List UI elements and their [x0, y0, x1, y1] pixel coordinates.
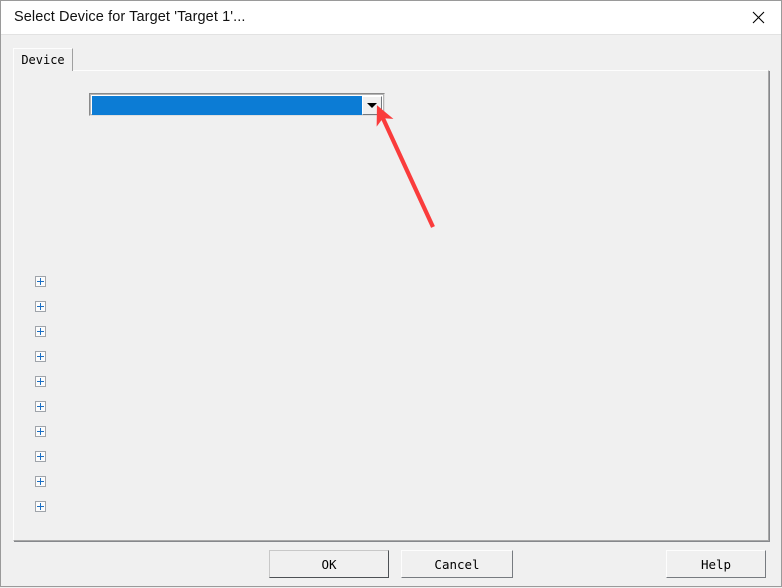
help-button-label: Help [700, 556, 732, 572]
select-device-dialog: Select Device for Target 'Target 1'... D… [0, 0, 782, 587]
title-separator [1, 34, 781, 35]
title-bar: Select Device for Target 'Target 1'... [1, 1, 781, 34]
tab-device[interactable]: Device [13, 48, 73, 71]
device-combo-box[interactable] [89, 93, 385, 116]
expander-plus-icon[interactable] [35, 376, 46, 387]
tab-device-label: Device [21, 53, 65, 67]
close-icon [752, 11, 765, 24]
expander-plus-icon[interactable] [35, 401, 46, 412]
expander-plus-icon[interactable] [35, 476, 46, 487]
chevron-down-icon [367, 103, 377, 108]
combo-selected-value[interactable] [92, 96, 364, 115]
expander-plus-icon[interactable] [35, 276, 46, 287]
expander-plus-icon[interactable] [35, 426, 46, 437]
expander-plus-icon[interactable] [35, 451, 46, 462]
expander-plus-icon[interactable] [35, 351, 46, 362]
window-title: Select Device for Target 'Target 1'... [14, 9, 246, 25]
tab-panel-device [13, 70, 769, 541]
expander-plus-icon[interactable] [35, 501, 46, 512]
cancel-button-label: Cancel [434, 556, 480, 572]
ok-button-label: OK [321, 556, 337, 572]
combo-inner-frame [90, 94, 384, 115]
combo-dropdown-button[interactable] [362, 96, 382, 115]
cancel-button[interactable]: Cancel [401, 550, 513, 578]
help-button[interactable]: Help [666, 550, 766, 578]
close-button[interactable] [735, 1, 781, 33]
ok-button[interactable]: OK [269, 550, 389, 578]
expander-plus-icon[interactable] [35, 326, 46, 337]
expander-plus-icon[interactable] [35, 301, 46, 312]
